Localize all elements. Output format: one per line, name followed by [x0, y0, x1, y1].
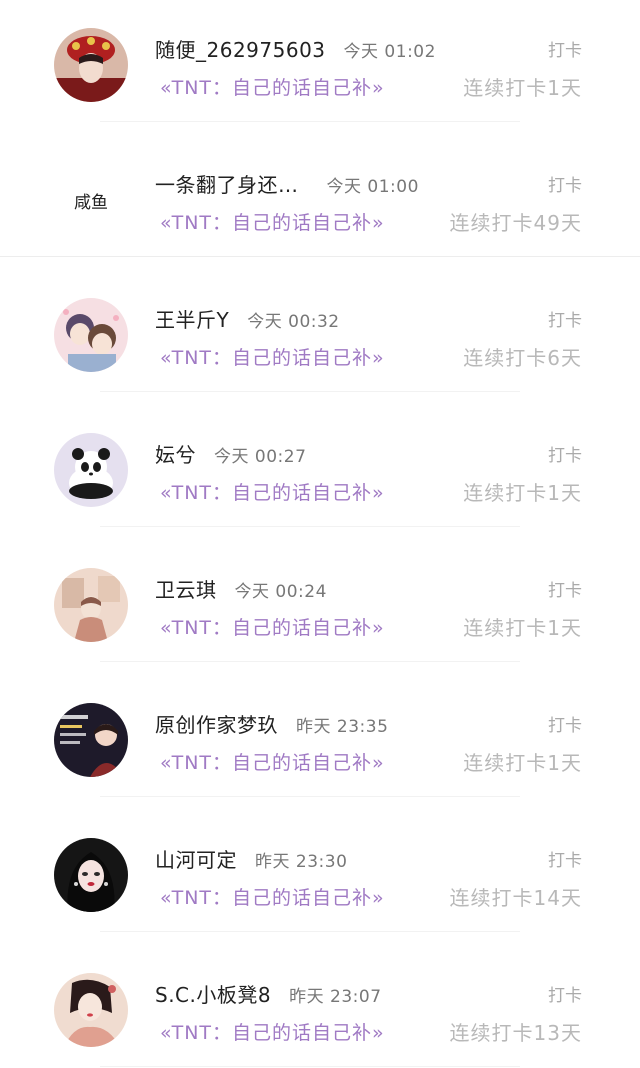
book-title-link[interactable]: «TNT：自己的话自己补»: [160, 73, 385, 100]
timestamp: 昨天 23:35: [296, 717, 389, 737]
timestamp: 昨天 23:07: [289, 987, 382, 1007]
avatar[interactable]: 咸鱼: [54, 163, 128, 237]
list-item[interactable]: 咸鱼 一条翻了身还… 今天 01:00 «TNT：自己的话自己补» 打卡 连续打…: [0, 135, 640, 270]
divider: [100, 661, 520, 662]
avatar[interactable]: [54, 838, 128, 912]
streak-count: 连续打卡1天: [463, 616, 582, 640]
timestamp: 今天 00:24: [234, 582, 327, 602]
portrait-avatar-icon: [54, 973, 128, 1047]
avatar[interactable]: [54, 298, 128, 372]
list-item[interactable]: S.C.小板凳8 昨天 23:07 «TNT：自己的话自己补» 打卡 连续打卡1…: [0, 945, 640, 1068]
avatar[interactable]: [54, 568, 128, 642]
poster-avatar-icon: [54, 703, 128, 777]
streak-count: 连续打卡49天: [449, 211, 582, 235]
timestamp: 今天 01:00: [326, 177, 419, 197]
book-title-link[interactable]: «TNT：自己的话自己补»: [160, 478, 385, 505]
panda-icon: [54, 433, 128, 507]
book-title-link[interactable]: «TNT：自己的话自己补»: [160, 1018, 385, 1045]
portrait-avatar-icon: [54, 28, 128, 102]
divider: [100, 796, 520, 797]
timestamp: 昨天 23:30: [255, 852, 348, 872]
streak-count: 连续打卡1天: [463, 481, 582, 505]
timestamp: 今天 01:02: [343, 42, 436, 62]
book-title-link[interactable]: «TNT：自己的话自己补»: [160, 343, 385, 370]
divider: [100, 526, 520, 527]
checkin-label: 打卡: [548, 41, 582, 61]
username[interactable]: 一条翻了身还…: [155, 169, 299, 198]
book-title-link[interactable]: «TNT：自己的话自己补»: [160, 748, 385, 775]
checkin-label: 打卡: [548, 581, 582, 601]
list-item[interactable]: 原创作家梦玖 昨天 23:35 «TNT：自己的话自己补» 打卡 连续打卡1天: [0, 675, 640, 810]
avatar[interactable]: [54, 973, 128, 1047]
username[interactable]: 原创作家梦玖: [155, 709, 278, 738]
avatar[interactable]: [54, 28, 128, 102]
anime-avatar-icon: [54, 298, 128, 372]
list-item[interactable]: 卫云琪 今天 00:24 «TNT：自己的话自己补» 打卡 连续打卡1天: [0, 540, 640, 675]
username[interactable]: 妘兮: [155, 439, 196, 468]
list-item[interactable]: 随便_262975603 今天 01:02 «TNT：自己的话自己补» 打卡 连…: [0, 0, 640, 135]
username[interactable]: 王半斤Y: [155, 304, 229, 333]
streak-count: 连续打卡6天: [463, 346, 582, 370]
book-title-link[interactable]: «TNT：自己的话自己补»: [160, 208, 385, 235]
divider: [100, 121, 520, 122]
divider: [100, 931, 520, 932]
avatar[interactable]: [54, 703, 128, 777]
checkin-list: 随便_262975603 今天 01:02 «TNT：自己的话自己补» 打卡 连…: [0, 0, 640, 1068]
checkin-label: 打卡: [548, 716, 582, 736]
list-item[interactable]: 山河可定 昨天 23:30 «TNT：自己的话自己补» 打卡 连续打卡14天: [0, 810, 640, 945]
book-title-link[interactable]: «TNT：自己的话自己补»: [160, 613, 385, 640]
username[interactable]: 卫云琪: [155, 574, 217, 603]
salted-fish-logo-icon: 咸鱼: [54, 163, 128, 237]
checkin-label: 打卡: [548, 851, 582, 871]
avatar[interactable]: [54, 433, 128, 507]
streak-count: 连续打卡1天: [463, 76, 582, 100]
divider: [100, 1066, 520, 1067]
divider: [0, 256, 640, 257]
timestamp: 今天 00:32: [247, 312, 340, 332]
checkin-label: 打卡: [548, 176, 582, 196]
streak-count: 连续打卡13天: [449, 1021, 582, 1045]
list-item[interactable]: 王半斤Y 今天 00:32 «TNT：自己的话自己补» 打卡 连续打卡6天: [0, 270, 640, 405]
username[interactable]: S.C.小板凳8: [155, 979, 271, 1008]
username[interactable]: 山河可定: [155, 844, 237, 873]
checkin-label: 打卡: [548, 446, 582, 466]
streak-count: 连续打卡1天: [463, 751, 582, 775]
book-title-link[interactable]: «TNT：自己的话自己补»: [160, 883, 385, 910]
streak-count: 连续打卡14天: [449, 886, 582, 910]
list-item[interactable]: 妘兮 今天 00:27 «TNT：自己的话自己补» 打卡 连续打卡1天: [0, 405, 640, 540]
checkin-label: 打卡: [548, 986, 582, 1006]
timestamp: 今天 00:27: [214, 447, 307, 467]
divider: [100, 391, 520, 392]
illustration-avatar-icon: [54, 568, 128, 642]
portrait-avatar-icon: [54, 838, 128, 912]
checkin-label: 打卡: [548, 311, 582, 331]
username[interactable]: 随便_262975603: [155, 34, 326, 63]
